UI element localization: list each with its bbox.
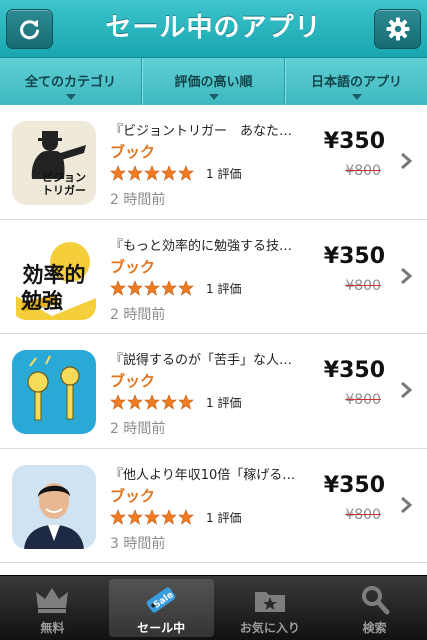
star-icon <box>144 279 160 296</box>
star-icon <box>161 394 177 410</box>
app-category: ブック <box>110 486 156 505</box>
star-icon <box>161 508 177 525</box>
rating-count: 1 評価 <box>206 396 242 410</box>
tab-free[interactable]: 無料 <box>0 576 105 640</box>
svg-text:トリガー: トリガー <box>42 183 86 197</box>
posted-time: 2 時間前 <box>110 421 166 437</box>
sale-price: ¥350 <box>323 358 385 383</box>
chevron-down-icon <box>65 94 76 100</box>
app-name: 『説得するのが「苦手」な人… <box>110 353 293 368</box>
star-rating <box>110 508 194 525</box>
star-rating <box>110 394 194 410</box>
svg-text:効率的: 効率的 <box>23 263 86 287</box>
star-icon <box>178 165 194 181</box>
star-icon <box>127 279 143 296</box>
star-icon <box>127 508 143 525</box>
chevron-down-icon <box>351 94 362 100</box>
filter-category[interactable]: 全てのカテゴリ <box>0 58 142 105</box>
svg-text:勉強: 勉強 <box>20 289 63 313</box>
app-row[interactable]: 効率的 勉強 『もっと効率的に勉強する技… ブック 1 評価 2 時間前 ¥35… <box>0 219 427 334</box>
chevron-down-icon <box>208 94 219 100</box>
nav-header: セール中のアプリ <box>0 0 427 58</box>
star-icon <box>110 508 126 525</box>
filter-sort-label: 評価の高い順 <box>174 75 253 90</box>
app-icon <box>12 464 96 549</box>
app-row[interactable]: ビジョン トリガー 『ビジョントリガー あなた… ブック 1 評価 2 時間前 … <box>0 105 427 220</box>
star-folder-icon <box>254 592 285 612</box>
original-price: ¥800 <box>345 163 381 179</box>
star-icon <box>144 394 160 410</box>
rating-count: 1 評価 <box>206 510 242 525</box>
tab-search[interactable]: 検索 <box>322 576 427 640</box>
search-icon <box>361 586 390 615</box>
star-rating <box>110 279 194 296</box>
chevron-right-icon <box>401 152 413 170</box>
chevron-right-icon <box>401 496 413 513</box>
app-category: ブック <box>110 257 156 276</box>
star-icon <box>144 508 160 525</box>
gear-icon <box>386 17 409 41</box>
sale-tag-icon: Sale <box>146 587 176 613</box>
app-category: ブック <box>110 143 156 161</box>
app-icon: ビジョン トリガー <box>12 121 96 205</box>
sale-price: ¥350 <box>323 472 385 498</box>
crown-icon <box>36 588 69 613</box>
refresh-icon <box>19 20 39 40</box>
star-icon <box>178 279 194 296</box>
app-name: 『もっと効率的に勉強する技… <box>110 238 293 254</box>
app-category: ブック <box>110 372 156 390</box>
original-price: ¥800 <box>345 277 381 294</box>
star-icon <box>110 165 126 181</box>
sale-price: ¥350 <box>323 129 385 154</box>
posted-time: 3 時間前 <box>110 535 166 552</box>
chevron-right-icon <box>401 381 413 399</box>
app-row[interactable]: 『説得するのが「苦手」な人… ブック 1 評価 2 時間前 ¥350 ¥800 <box>0 334 427 449</box>
rating-count: 1 評価 <box>206 167 242 181</box>
star-icon <box>110 394 126 410</box>
tab-favorites-label: お気に入り <box>239 621 300 635</box>
filter-category-label: 全てのカテゴリ <box>24 75 116 90</box>
tab-favorites[interactable]: お気に入り <box>218 576 323 640</box>
filter-sort[interactable]: 評価の高い順 <box>142 58 285 105</box>
star-rating <box>110 165 194 181</box>
star-icon <box>178 394 194 410</box>
star-icon <box>178 508 194 525</box>
tab-search-label: 検索 <box>362 621 387 635</box>
refresh-button[interactable] <box>6 9 53 49</box>
sale-price: ¥350 <box>323 243 385 269</box>
posted-time: 2 時間前 <box>110 192 166 208</box>
star-icon <box>161 165 177 181</box>
page-title: セール中のアプリ <box>105 13 322 43</box>
svg-text:ビジョン: ビジョン <box>42 170 86 184</box>
tab-sale-label: セール中 <box>137 621 186 635</box>
filter-language-label: 日本語のアプリ <box>310 75 402 90</box>
app-list: ビジョン トリガー 『ビジョントリガー あなた… ブック 1 評価 2 時間前 … <box>0 105 427 575</box>
star-icon <box>127 165 143 181</box>
app-row[interactable]: 『他人より年収10倍「稼げる… ブック 1 評価 3 時間前 ¥350 ¥800 <box>0 448 427 563</box>
posted-time: 2 時間前 <box>110 306 166 323</box>
app-name: 『他人より年収10倍「稼げる… <box>110 467 296 483</box>
chevron-right-icon <box>401 267 413 284</box>
star-icon <box>110 279 126 296</box>
tab-free-label: 無料 <box>40 621 65 635</box>
original-price: ¥800 <box>345 506 381 523</box>
original-price: ¥800 <box>345 392 381 408</box>
tab-bar: 無料 Sale セール中 お気に入り 検索 <box>0 575 427 640</box>
star-icon <box>144 165 160 181</box>
settings-button[interactable] <box>374 9 421 49</box>
rating-count: 1 評価 <box>206 281 242 296</box>
star-icon <box>161 279 177 296</box>
app-icon <box>12 350 96 434</box>
filter-bar: 全てのカテゴリ 評価の高い順 日本語のアプリ <box>0 58 427 105</box>
app-name: 『ビジョントリガー あなた… <box>110 124 293 139</box>
app-icon: 効率的 勉強 <box>12 235 96 320</box>
filter-language[interactable]: 日本語のアプリ <box>285 58 427 105</box>
star-icon <box>127 394 143 410</box>
tab-sale[interactable]: Sale セール中 <box>108 579 214 637</box>
